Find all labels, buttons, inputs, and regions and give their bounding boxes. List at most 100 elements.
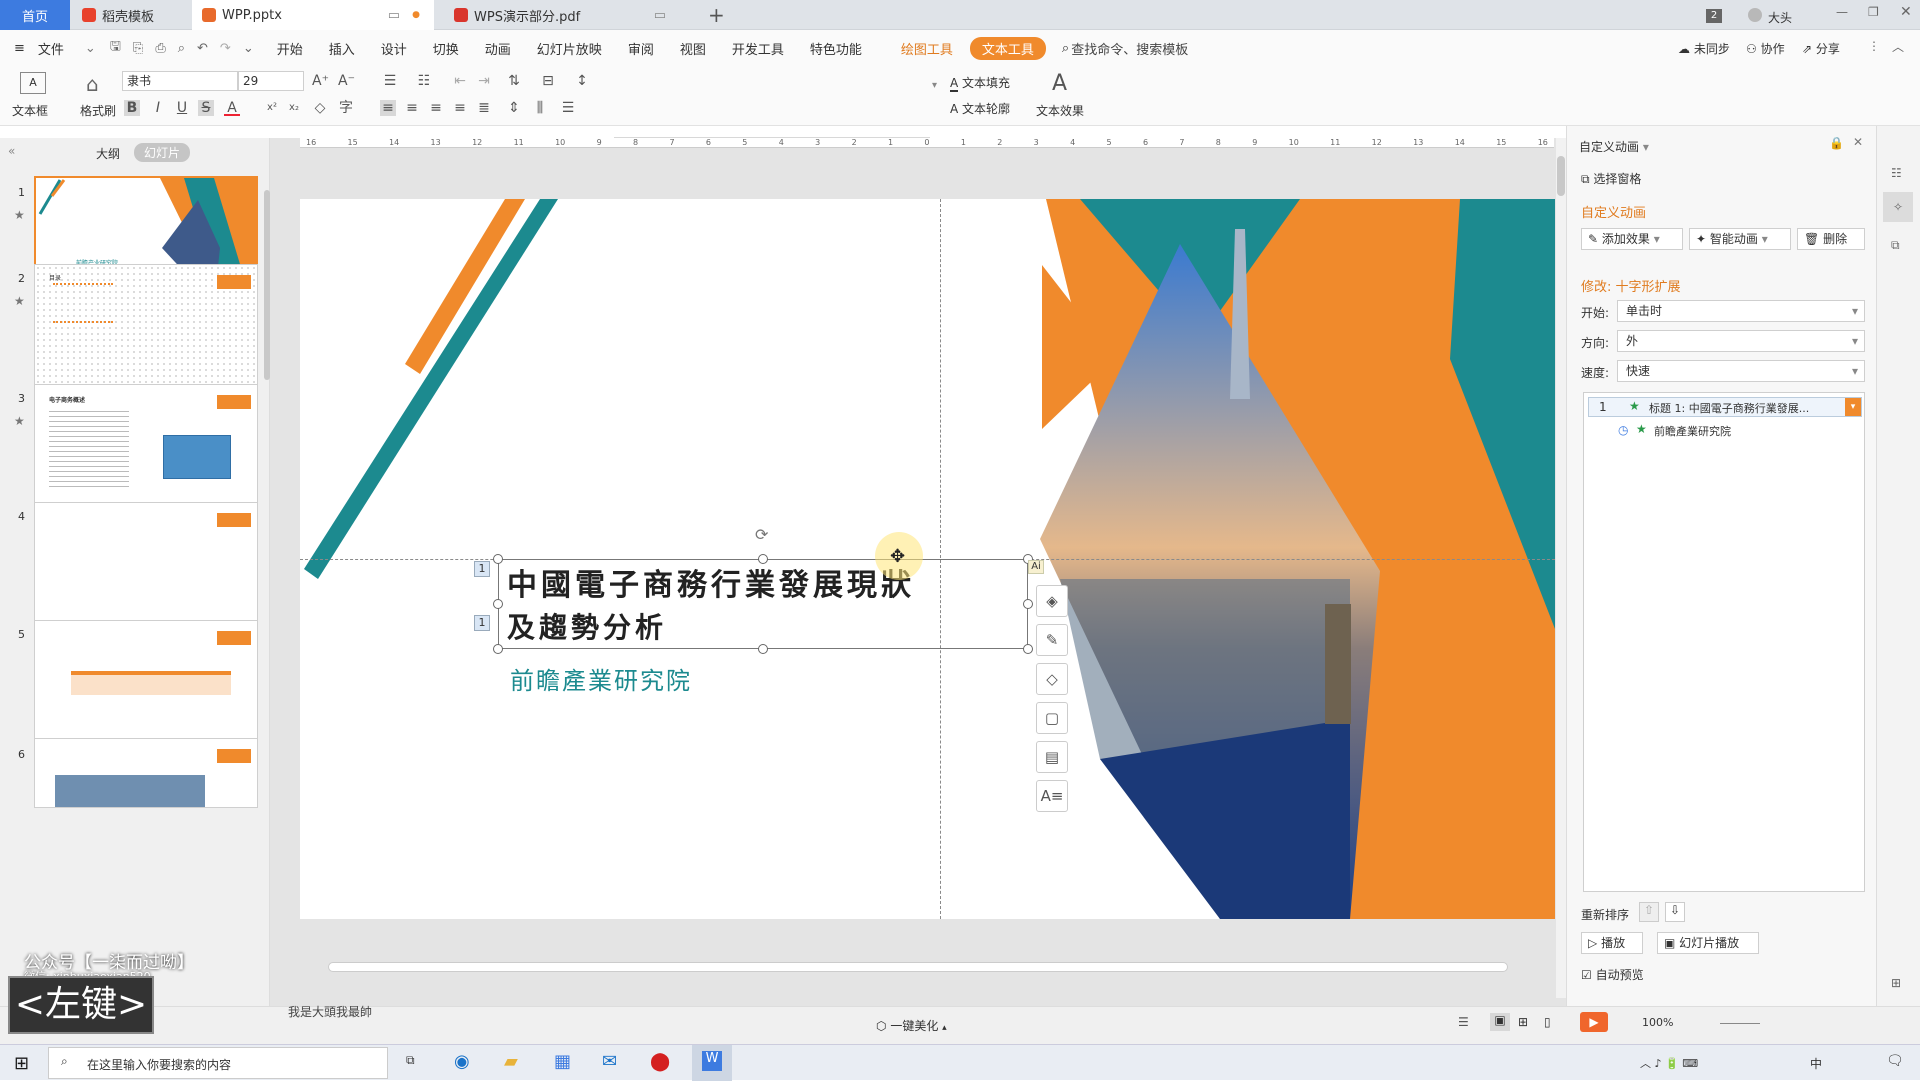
paragraph-spacing-icon[interactable]: ⇕	[506, 100, 522, 116]
window-count-badge[interactable]: 2	[1706, 9, 1722, 23]
notification-icon[interactable]: 🗨	[1886, 1053, 1904, 1069]
textbox-button[interactable]: 文本框	[12, 102, 48, 119]
increase-font-icon[interactable]: A⁺	[312, 73, 329, 89]
add-effect-button[interactable]: ✎ 添加效果 ▾	[1581, 228, 1683, 250]
slide-thumbnail-2[interactable]: 目录	[34, 264, 258, 390]
save-icon[interactable]: 🖫	[104, 37, 127, 59]
task-view-icon[interactable]: ⧉	[406, 1053, 415, 1068]
subscript-icon[interactable]: x₂	[286, 100, 302, 116]
phonetic-icon[interactable]: 字	[338, 100, 354, 116]
title-textbox[interactable]: 中國電子商務行業發展現狀 及趨勢分析	[498, 559, 1028, 649]
panel-header[interactable]: 自定义动画 ▾	[1579, 138, 1649, 155]
ime-indicator[interactable]: 中	[1810, 1055, 1822, 1072]
collab-button[interactable]: ⚇ 协作	[1746, 40, 1785, 57]
play-button[interactable]: ▷ 播放	[1581, 932, 1643, 954]
justify-icon[interactable]: ≡	[452, 100, 468, 116]
vertical-scroll-thumb[interactable]	[1557, 156, 1565, 196]
tab-slides[interactable]: 幻灯片	[134, 143, 191, 162]
tray-icons[interactable]: ︿ ♪ 🔋 ⌨	[1640, 1055, 1698, 1071]
record-icon[interactable]: ⬤	[650, 1051, 670, 1072]
text-outline-button[interactable]: A 文本轮廓	[950, 100, 1010, 117]
menu-drawing-tools[interactable]: 绘图工具	[875, 39, 966, 58]
windows-start-icon[interactable]: ⊞	[14, 1053, 29, 1074]
zoom-slider[interactable]	[1720, 1023, 1760, 1024]
smart-animation-button[interactable]: ✦ 智能动画 ▾	[1689, 228, 1791, 250]
quick-access-dropdown-icon[interactable]: ⌄	[237, 41, 264, 56]
menu-review[interactable]: 审阅	[615, 39, 667, 58]
fill-icon[interactable]: ◇	[1036, 663, 1068, 695]
command-search[interactable]: 查找命令、搜索模板	[1071, 39, 1201, 58]
resize-handle-br[interactable]	[1023, 644, 1033, 654]
new-tab-button[interactable]: +	[708, 3, 725, 27]
file-dropdown-icon[interactable]: ⌄	[77, 41, 104, 56]
menu-view[interactable]: 视图	[667, 39, 719, 58]
menu-special[interactable]: 特色功能	[797, 39, 875, 58]
tab-pdf[interactable]: WPS演示部分.pdf ▭	[444, 0, 694, 30]
collapse-panel-icon[interactable]: «	[8, 144, 15, 158]
notes-toggle-icon[interactable]: ☰	[1458, 1015, 1469, 1029]
frame-icon[interactable]: ▢	[1036, 702, 1068, 734]
slide-thumbnail-6[interactable]	[34, 738, 258, 808]
collapse-ribbon-icon[interactable]: ︿	[1892, 38, 1904, 55]
outdent-icon[interactable]: ⇤	[452, 73, 468, 89]
animation-order-badge[interactable]: 1	[474, 561, 490, 577]
menu-slideshow[interactable]: 幻灯片放映	[524, 39, 615, 58]
sorter-view-icon[interactable]: ⊞	[1518, 1015, 1528, 1029]
superscript-icon[interactable]: x²	[264, 100, 280, 116]
numbering-icon[interactable]: ☷	[416, 73, 432, 89]
close-panel-icon[interactable]: ✕	[1853, 135, 1863, 149]
menu-start[interactable]: 开始	[264, 39, 316, 58]
direction-select[interactable]: 外 ▾	[1617, 330, 1865, 352]
avatar[interactable]	[1748, 8, 1762, 22]
mail-icon[interactable]: ✉	[602, 1051, 617, 1072]
textbox-tool-icon[interactable]: ▤	[1036, 741, 1068, 773]
horizontal-scrollbar[interactable]	[328, 962, 1508, 972]
share-button[interactable]: ⇗ 分享	[1802, 40, 1840, 57]
align-left-icon[interactable]: ≡	[380, 100, 396, 116]
ai-tag-icon[interactable]: Ai	[1028, 560, 1044, 574]
resize-handle-r[interactable]	[1023, 599, 1033, 609]
animation-order-badge[interactable]: 1	[474, 615, 490, 631]
align-text-icon[interactable]: ⊟	[540, 73, 556, 89]
menu-file[interactable]: 文件	[38, 39, 77, 58]
slide-subtitle[interactable]: 前瞻產業研究院	[510, 661, 692, 696]
move-up-icon[interactable]: ⇧	[1639, 902, 1659, 922]
list-item[interactable]: ◷ ★ 前瞻產業研究院	[1588, 421, 1862, 441]
export-icon[interactable]: ⎘	[127, 41, 149, 56]
decrease-font-icon[interactable]: A⁻	[338, 73, 355, 89]
font-color-icon[interactable]: A	[224, 100, 240, 116]
store-icon[interactable]: ▦	[554, 1051, 571, 1072]
settings-sliders-icon[interactable]: ☷	[1891, 166, 1902, 180]
user-name[interactable]: 大头	[1768, 9, 1792, 26]
hamburger-icon[interactable]: ≡	[0, 41, 38, 56]
slideshow-button[interactable]: ▣ 幻灯片播放	[1657, 932, 1759, 954]
resize-handle-bl[interactable]	[493, 644, 503, 654]
edge-icon[interactable]: ◉	[454, 1051, 470, 1072]
play-slideshow-icon[interactable]: ▶	[1580, 1012, 1608, 1032]
text-spacing-icon[interactable]: ☰	[560, 100, 576, 116]
rotate-handle-icon[interactable]: ⟳	[755, 525, 768, 544]
menu-animation[interactable]: 动画	[472, 39, 524, 58]
wps-taskbar-item[interactable]: W	[692, 1045, 732, 1081]
underline-icon[interactable]: U	[174, 100, 190, 116]
zoom-level[interactable]: 100%	[1642, 1016, 1673, 1029]
align-center-icon[interactable]: ≡	[404, 100, 420, 116]
bold-icon[interactable]: B	[124, 100, 140, 116]
search-icon[interactable]: ⌕	[1046, 41, 1071, 56]
undo-icon[interactable]: ↶	[191, 41, 214, 56]
line-spacing-icon[interactable]: ↕	[574, 73, 590, 89]
sync-status[interactable]: ☁ 未同步	[1678, 40, 1730, 57]
tab-docer[interactable]: 稻壳模板	[72, 0, 190, 30]
format-painter-icon[interactable]: ⌂	[86, 72, 99, 96]
menu-developer[interactable]: 开发工具	[719, 39, 797, 58]
start-select[interactable]: 单击时 ▾	[1617, 300, 1865, 322]
align-right-icon[interactable]: ≡	[428, 100, 444, 116]
slide-thumbnail-5[interactable]	[34, 620, 258, 746]
lock-icon[interactable]: 🔒	[1829, 136, 1844, 150]
resize-handle-tl[interactable]	[493, 554, 503, 564]
print-icon[interactable]: ⎙	[149, 41, 171, 56]
resize-handle-t[interactable]	[758, 554, 768, 564]
menu-transition[interactable]: 切换	[420, 39, 472, 58]
slide-title-line2[interactable]: 及趨勢分析	[507, 606, 667, 646]
menu-design[interactable]: 设计	[368, 39, 420, 58]
